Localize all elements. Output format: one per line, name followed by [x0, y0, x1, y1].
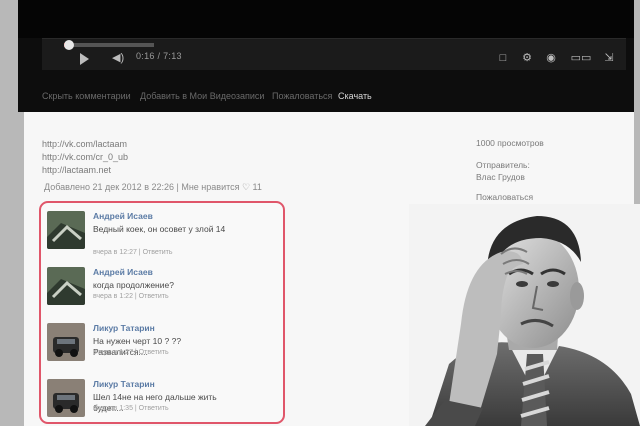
time-display: 0:16 / 7:13 [136, 51, 182, 61]
video-screen[interactable] [18, 0, 634, 38]
tab-download[interactable]: Скачать [338, 91, 372, 101]
video-actions-bar: Скрыть комментарии Добавить в Мои Видеоз… [42, 88, 626, 106]
sender-name[interactable]: Влас Грудов [476, 172, 525, 182]
comment-item: Андрей Исаев Ведный коек, он осовет у зл… [47, 211, 283, 261]
progress-knob[interactable] [64, 40, 75, 50]
sender-label: Отправитель: [476, 160, 530, 170]
comment-author[interactable]: Андрей Исаев [93, 267, 153, 277]
comment-item: Андрей Исаев когда продолжение? вчера в … [47, 267, 283, 317]
added-date-likes: Добавлено 21 дек 2012 в 22:26 | Мне нрав… [44, 182, 262, 192]
comment-author[interactable]: Ликур Татарин [93, 323, 155, 333]
play-icon[interactable] [80, 53, 89, 65]
comment-icon[interactable]: □ [496, 51, 510, 65]
tab-hide-comments[interactable]: Скрыть комментарии [42, 91, 131, 101]
description-link[interactable]: http://vk.com/lactaam [42, 138, 382, 151]
tab-report[interactable]: Пожаловаться [272, 91, 332, 101]
avatar[interactable] [47, 267, 85, 305]
player-controls: ◀) 0:16 / 7:13 □ ⚙ ◉ ▭▭ ⇲ [42, 38, 626, 70]
tab-add-to-videos[interactable]: Добавить в Мои Видеозаписи [140, 91, 264, 101]
comment-item: Ликур Татарин Шел 14не на него дальше жи… [47, 379, 283, 422]
comments-list: Андрей Исаев Ведный коек, он осовет у зл… [39, 201, 285, 424]
hd-icon[interactable]: ◉ [544, 51, 558, 65]
complain-link[interactable]: Пожаловаться [476, 192, 533, 202]
comment-text: Ведный коек, он осовет у злой 14 [93, 224, 226, 234]
gear-icon[interactable]: ⚙ [520, 51, 534, 65]
widescreen-icon[interactable]: ▭▭ [568, 51, 594, 65]
avatar[interactable] [47, 379, 85, 417]
comment-meta[interactable]: вчера в 1:35 | Ответить [93, 405, 169, 412]
comment-meta[interactable]: вчера в 1:27 | Ответить [93, 349, 169, 356]
video-description: http://vk.com/lactaam http://vk.com/cr_0… [42, 138, 382, 177]
avatar[interactable] [47, 323, 85, 361]
progress-bar[interactable] [64, 40, 154, 50]
comment-meta[interactable]: вчера в 1:22 | Ответить [93, 293, 169, 300]
fullscreen-icon[interactable]: ⇲ [602, 51, 616, 65]
facepalm-man-photo [409, 204, 640, 426]
comment-meta[interactable]: вчера в 12:27 | Ответить [93, 249, 173, 256]
comment-author[interactable]: Ликур Татарин [93, 379, 155, 389]
description-link[interactable]: http://lactaam.net [42, 164, 382, 177]
volume-icon[interactable]: ◀) [112, 52, 126, 64]
video-player: ◀) 0:16 / 7:13 □ ⚙ ◉ ▭▭ ⇲ Скрыть коммент… [18, 0, 634, 112]
screenshot-frame: ◀) 0:16 / 7:13 □ ⚙ ◉ ▭▭ ⇲ Скрыть коммент… [0, 0, 640, 426]
comment-author[interactable]: Андрей Исаев [93, 211, 153, 221]
views-count: 1000 просмотров [476, 138, 544, 148]
avatar[interactable] [47, 211, 85, 249]
comment-text: когда продолжение? [93, 280, 174, 290]
description-link[interactable]: http://vk.com/cr_0_ub [42, 151, 382, 164]
comment-item: Ликур Татарин На нужен черт 10 ? ?? Разв… [47, 323, 283, 373]
